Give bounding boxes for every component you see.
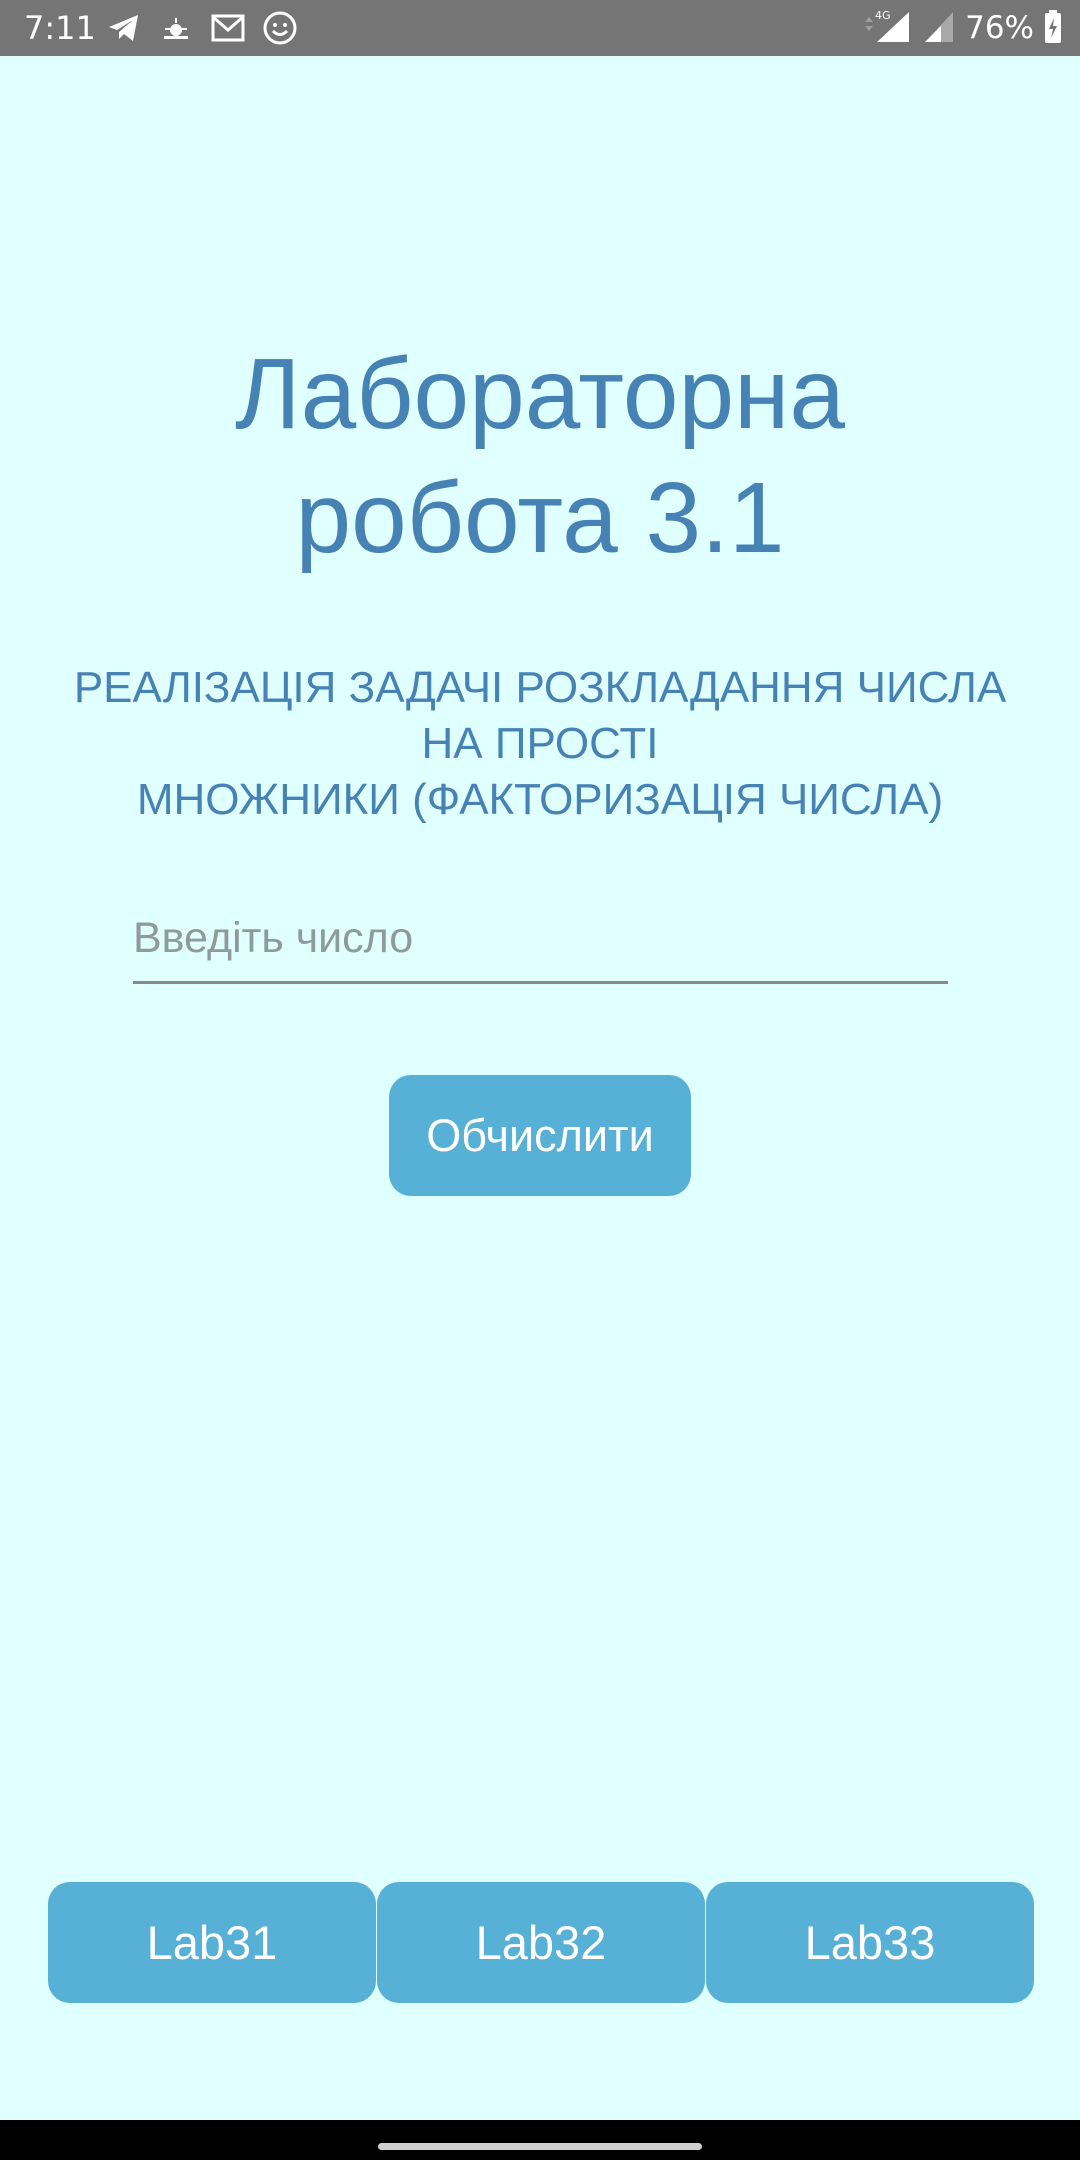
signal-icon — [923, 8, 955, 48]
lab33-button[interactable]: Lab33 — [706, 1882, 1034, 2003]
task-description-line2: НА ПРОСТІ — [421, 719, 659, 768]
weather-icon — [158, 10, 194, 46]
page-title-line1: Лабораторна — [235, 338, 845, 450]
home-gesture-handle[interactable] — [378, 2143, 702, 2150]
network-type-label: 4G — [875, 9, 891, 22]
calculate-button[interactable]: Обчислити — [389, 1075, 691, 1196]
battery-charging-icon — [1044, 8, 1062, 48]
lab32-button[interactable]: Lab32 — [377, 1882, 705, 2003]
task-description-line3: МНОЖНИКИ (ФАКТОРИЗАЦІЯ ЧИСЛА) — [136, 775, 944, 824]
status-bar: 7:11 4G 76% — [0, 0, 1080, 56]
status-right: 4G 76% — [861, 8, 1062, 48]
app-screen: Лабораторна робота 3.1 РЕАЛІЗАЦІЯ ЗАДАЧІ… — [0, 56, 1080, 2120]
battery-percent: 76% — [965, 10, 1034, 46]
number-input[interactable] — [133, 896, 948, 984]
lab31-button[interactable]: Lab31 — [48, 1882, 376, 2003]
status-time: 7:11 — [24, 9, 96, 47]
page-title-line2: робота 3.1 — [295, 462, 785, 574]
gmail-icon — [210, 10, 246, 46]
system-nav-bar — [0, 2120, 1080, 2160]
page-title: Лабораторна робота 3.1 — [0, 332, 1080, 580]
task-description-line1: РЕАЛІЗАЦІЯ ЗАДАЧІ РОЗКЛАДАННЯ ЧИСЛА — [73, 663, 1007, 712]
notification-icons — [106, 10, 298, 46]
telegram-icon — [106, 10, 142, 46]
task-description: РЕАЛІЗАЦІЯ ЗАДАЧІ РОЗКЛАДАННЯ ЧИСЛА НА П… — [20, 660, 1060, 828]
signal-4g-icon: 4G — [861, 8, 913, 48]
emoji-app-icon — [262, 10, 298, 46]
